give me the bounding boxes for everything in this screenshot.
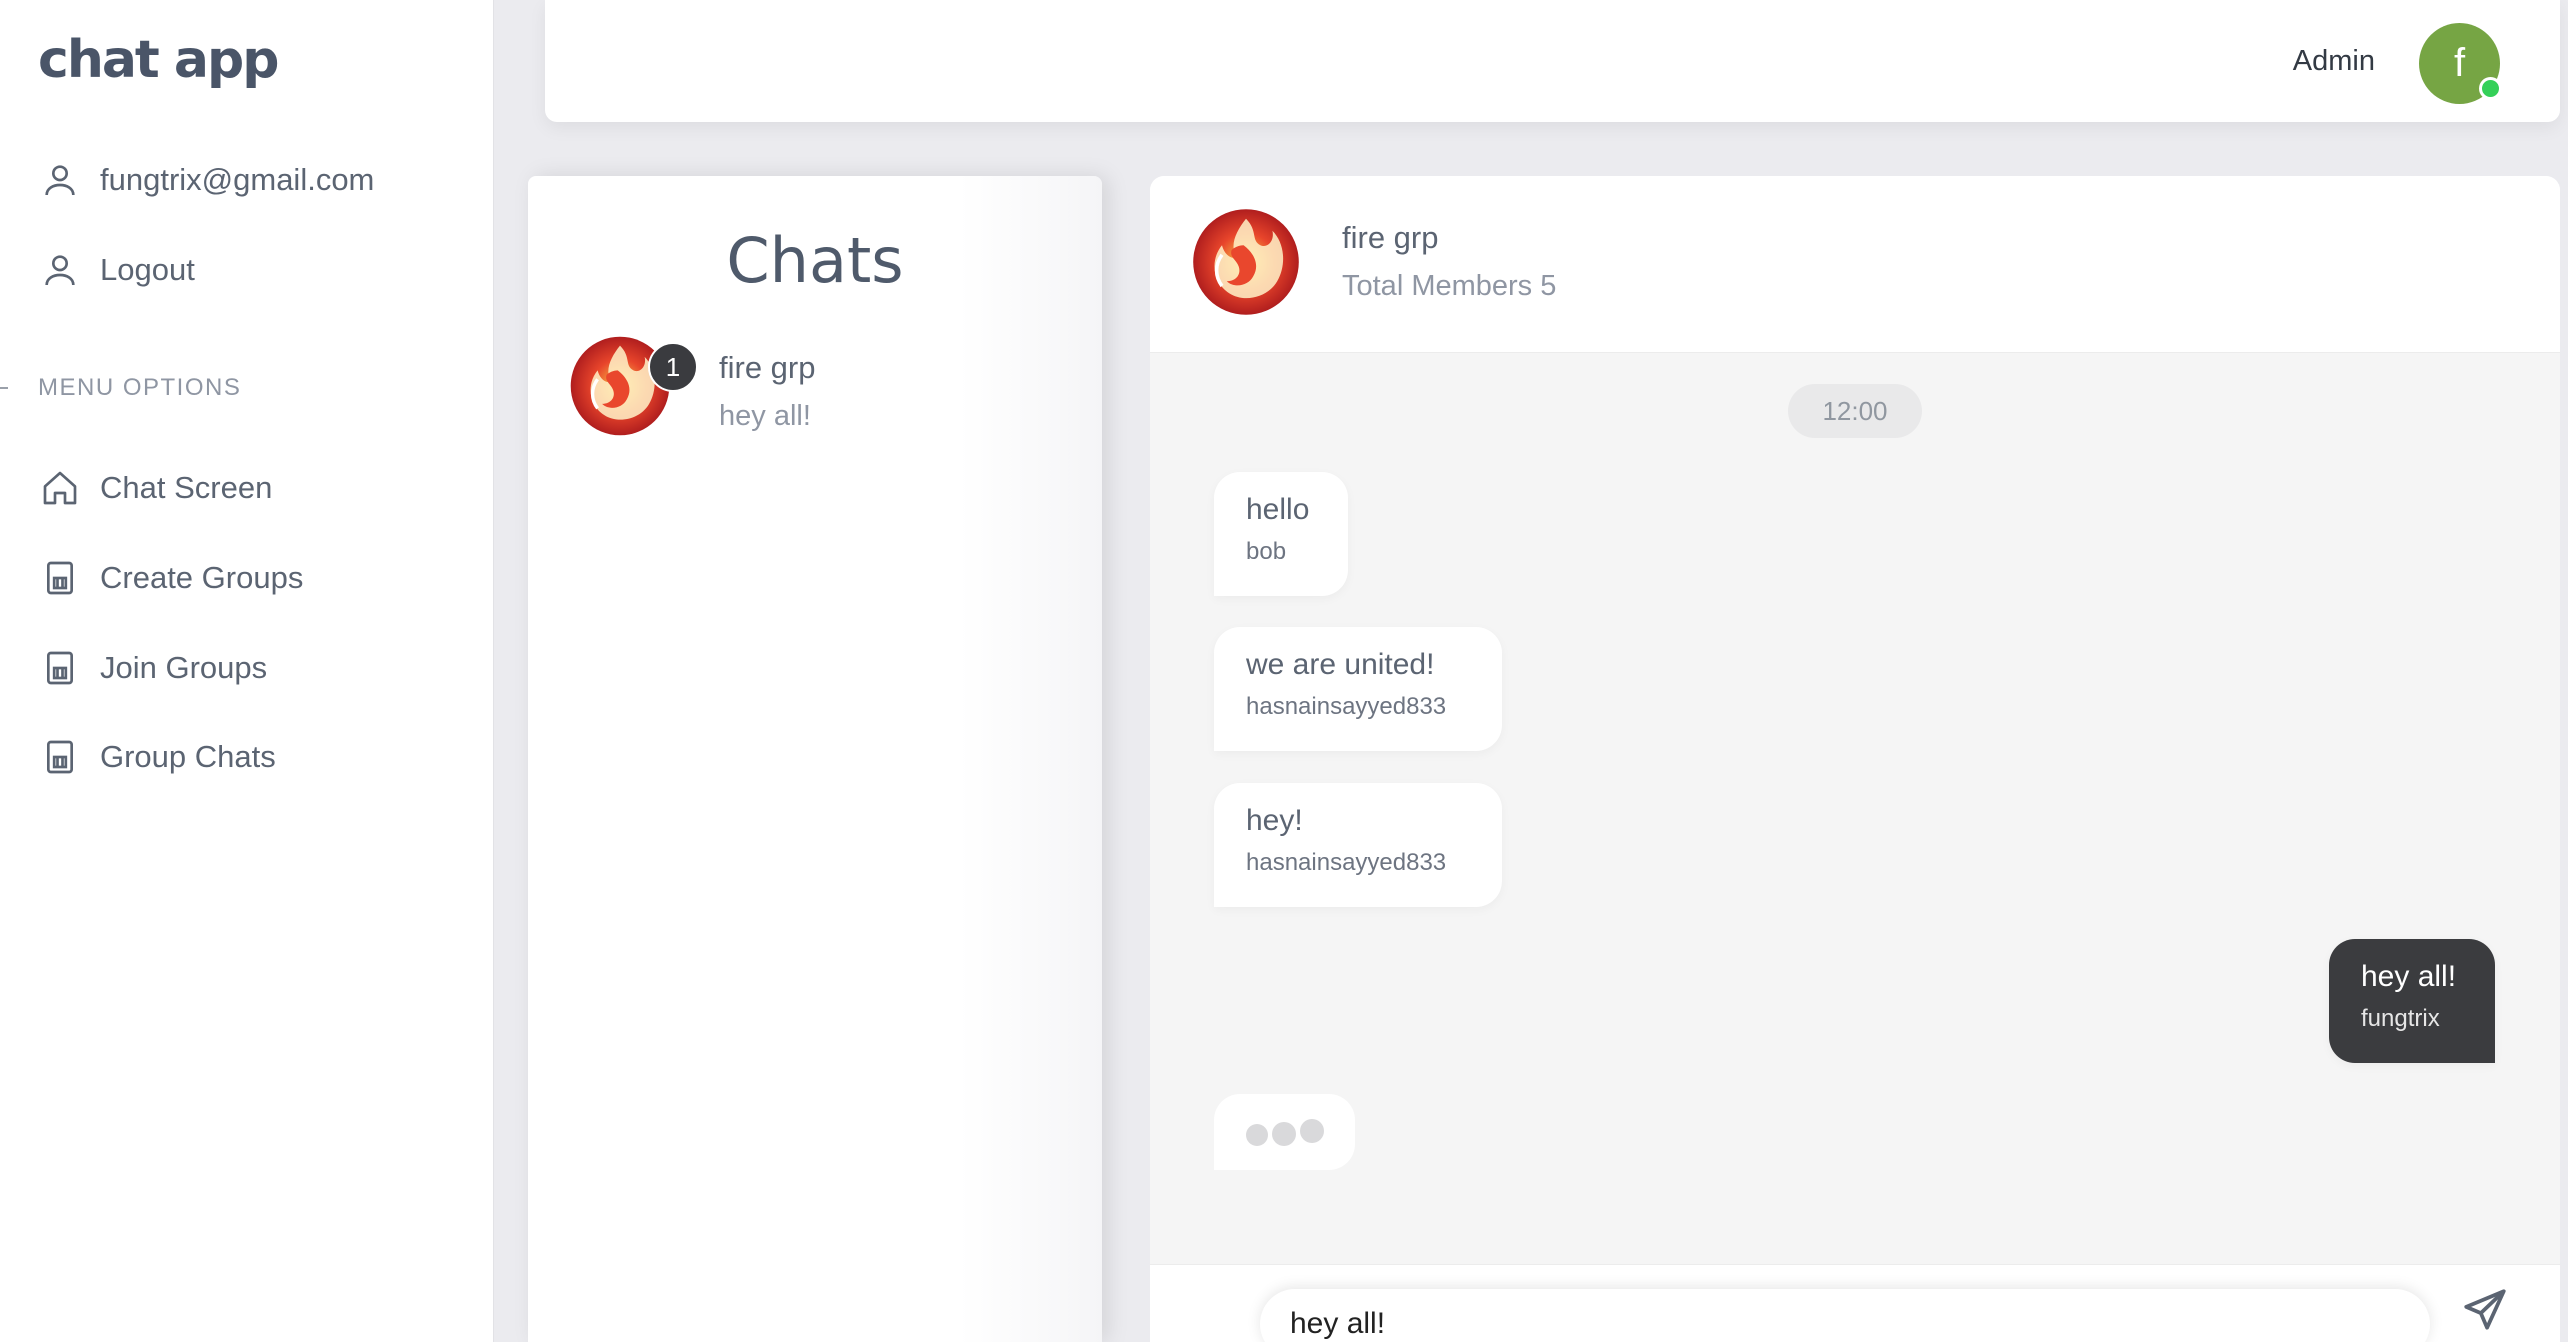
logout-item[interactable]: Logout xyxy=(38,240,458,300)
user-icon xyxy=(38,158,82,202)
message-text: we are united! xyxy=(1246,648,1435,681)
user-icon xyxy=(38,248,82,292)
menu-heading: MENU OPTIONS xyxy=(38,374,242,401)
members-count: Total Members 5 xyxy=(1342,270,1557,302)
user-email-label: fungtrix@gmail.com xyxy=(100,162,375,197)
sidebar: chat app fungtrix@gmail.com Logout MENU … xyxy=(0,0,494,1342)
online-status-indicator xyxy=(2479,77,2502,100)
chat-last-message: hey all! xyxy=(719,400,811,432)
time-divider: 12:00 xyxy=(1788,384,1922,438)
message-bubble-mine: hey all! fungtrix xyxy=(2329,939,2495,1063)
logout-label: Logout xyxy=(100,252,195,287)
message-composer xyxy=(1150,1264,2560,1342)
sidebar-item-label: Join Groups xyxy=(100,650,268,685)
home-icon xyxy=(38,466,82,510)
avatar[interactable]: f xyxy=(2419,23,2502,104)
sidebar-item-create-groups[interactable]: Create Groups xyxy=(38,548,458,608)
sidebar-item-group-chats[interactable]: Group Chats xyxy=(38,727,458,787)
send-button[interactable] xyxy=(2460,1285,2520,1335)
message-bubble: we are united! hasnainsayyed833 xyxy=(1214,627,1502,751)
sidebar-item-chat-screen[interactable]: Chat Screen xyxy=(38,458,458,518)
message-text: hey! xyxy=(1246,804,1303,837)
chats-title: Chats xyxy=(726,224,904,297)
message-sender: hasnainsayyed833 xyxy=(1246,849,1447,876)
menu-divider xyxy=(0,387,8,389)
conversation-panel: fire grp Total Members 5 12:00 hello bob… xyxy=(1150,176,2560,1342)
top-bar: Admin f xyxy=(545,0,2560,122)
sidebar-item-label: Group Chats xyxy=(100,739,276,774)
message-bubble: hello bob xyxy=(1214,472,1348,596)
conversation-header: fire grp Total Members 5 xyxy=(1150,176,2560,353)
document-icon xyxy=(38,556,82,600)
document-icon xyxy=(38,735,82,779)
document-icon xyxy=(38,646,82,690)
chat-list-item[interactable]: 1 fire grp hey all! xyxy=(564,330,1084,450)
message-sender: hasnainsayyed833 xyxy=(1246,693,1447,720)
send-icon xyxy=(2464,1289,2506,1330)
chat-name: fire grp xyxy=(719,350,816,385)
message-text: hello xyxy=(1246,493,1310,526)
sidebar-item-label: Chat Screen xyxy=(100,470,273,505)
message-sender: fungtrix xyxy=(2361,1005,2440,1032)
sidebar-item-join-groups[interactable]: Join Groups xyxy=(38,638,458,698)
message-text: hey all! xyxy=(2361,960,2457,993)
group-flame-icon xyxy=(1186,202,1306,322)
role-label: Admin xyxy=(2292,45,2375,77)
user-email-item[interactable]: fungtrix@gmail.com xyxy=(38,150,458,210)
chats-panel: Chats 1 fire grp hey all! xyxy=(528,176,1102,1342)
message-sender: bob xyxy=(1246,538,1287,565)
conversation-title: fire grp xyxy=(1342,220,1439,255)
avatar-letter: f xyxy=(2453,41,2466,85)
typing-indicator xyxy=(1214,1094,1355,1170)
message-bubble: hey! hasnainsayyed833 xyxy=(1214,783,1502,907)
message-input[interactable] xyxy=(1260,1289,2430,1342)
sidebar-item-label: Create Groups xyxy=(100,560,304,595)
unread-badge: 1 xyxy=(648,342,698,392)
app-brand: chat app xyxy=(38,30,279,90)
